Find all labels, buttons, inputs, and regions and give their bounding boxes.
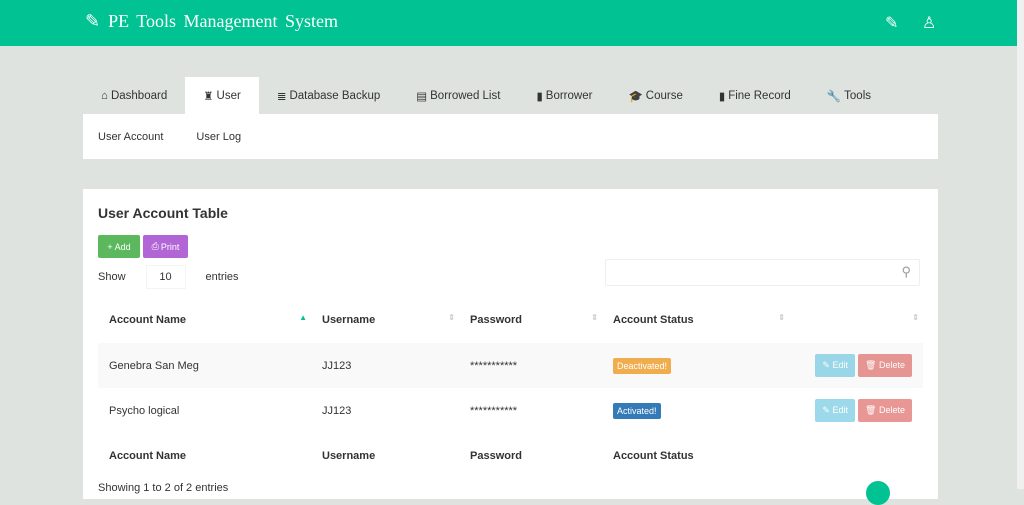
main-tabs: ⌂ Dashboard ♜ User ≣ Database Backup ▤ Borrowed… [83,77,938,114]
tab-database-backup[interactable]: ≣ Database Backup [259,77,398,114]
password-cell: *********** [459,343,602,388]
header-label: Account Name [109,314,187,326]
edit-button[interactable]: ✎ Edit [815,399,855,422]
table-info: Showing 1 to 2 of 2 entries [98,482,229,494]
add-label: Add [114,241,131,252]
tab-label: User [216,89,241,102]
tab-course[interactable]: 🎓 Course [610,77,700,114]
subnav-user-account[interactable]: User Account [98,131,163,143]
delete-label: Delete [878,405,905,415]
footer-header: Username [322,450,376,462]
app-title: PE Tools Management System [108,11,338,31]
sort-asc-icon: ▲ [299,313,307,322]
edit-button[interactable]: ✎ Edit [815,354,855,377]
column-header[interactable]: Account Name ▲ [98,297,311,343]
book-icon: ▮ [536,90,543,103]
search-input[interactable]: ⚲ [605,259,920,286]
column-header[interactable]: Account Status ⇕ [602,297,789,343]
header-label: Username [322,314,376,326]
entries-label: entries [205,271,239,283]
password-cell: *********** [470,404,518,417]
status-cell: Activated! [602,388,789,433]
tab-borrower[interactable]: ▮ Borrower [518,77,610,114]
edit-label: Edit [832,405,848,415]
database-icon: ≣ [276,90,287,103]
tab-tools[interactable]: 🔧 Tools [809,77,889,114]
username-cell: JJ123 [311,343,459,388]
user-lock-icon: ♜ [203,90,214,103]
sort-icon: ⇕ [912,313,919,322]
show-label: Show [98,271,126,283]
wrench-icon: 🔧 [826,90,842,103]
tab-dashboard[interactable]: ⌂ Dashboard [83,77,185,114]
footer-header: Password [470,450,522,462]
book-icon: ▮ [718,90,726,103]
entries-select[interactable]: 10 [145,265,186,289]
tab-label: Borrowed List [430,89,501,102]
sort-icon: ⇕ [591,313,598,322]
graduation-cap-icon: 🎓 [628,90,643,103]
delete-button[interactable]: 🗑 Delete [858,354,912,377]
user-account-card: User Account Table + Add ⎙ Print Show 10 e… [83,189,938,505]
app-header: ✎ PE Tools Management System ✎ ♙ [0,0,1017,46]
subnav-user-log[interactable]: User Log [196,131,241,143]
column-header[interactable]: ⇕ [789,297,923,343]
edit-icon[interactable]: ✎ [885,13,898,33]
actions-cell: ✎ Edit 🗑 Delete [789,388,923,433]
print-icon: ⎙ [151,241,159,251]
user-icon[interactable]: ♙ [922,13,936,33]
table-row: Psycho logical JJ123 *********** Activat… [98,388,923,433]
column-header[interactable]: Username ⇕ [311,297,459,343]
tab-fine-record[interactable]: ▮ Fine Record [701,77,809,114]
status-badge: Deactivated! [613,357,672,374]
footer-header: Account Status [613,450,694,462]
delete-button[interactable]: 🗑 Delete [858,399,912,422]
search-icon: ⚲ [901,264,911,279]
tab-label: Database Backup [289,89,381,102]
actions-cell: ✎ Edit 🗑 Delete [789,343,923,388]
tab-user[interactable]: ♜ User [185,77,259,114]
account-name-cell: Psycho logical [109,404,180,417]
column-header[interactable]: Password ⇕ [459,297,602,343]
scroll-top-button[interactable] [866,481,890,505]
print-button[interactable]: ⎙ Print [143,235,188,258]
plus-icon: + [107,241,113,252]
brand[interactable]: ✎ PE Tools Management System [85,11,338,32]
sort-icon: ⇕ [778,313,785,322]
sort-icon: ⇕ [448,313,455,322]
tab-label: Tools [844,89,872,102]
edit-label: Edit [832,360,848,370]
status-cell: Deactivated! [602,343,789,388]
tab-label: Fine Record [728,89,791,102]
header-label: Account Status [613,314,694,326]
username-cell: JJ123 [322,404,352,417]
account-name-cell: Genebra San Meg [98,343,311,388]
tab-borrowed-list[interactable]: ▤ Borrowed List [398,77,518,114]
tab-label: Dashboard [110,89,168,102]
footer-header [789,433,923,479]
footer-header: Account Name [109,450,187,462]
header-label: Password [470,314,522,326]
tab-label: Borrower [545,89,593,102]
scrollbar[interactable] [1017,0,1024,489]
entries-length: Show 10 entries [98,265,239,289]
user-account-table: Account Name ▲ Username ⇕ Password ⇕ Accoun… [98,297,923,479]
table-row: Genebra San Meg JJ123 *********** Deacti… [98,343,923,388]
status-badge: Activated! [613,402,661,419]
print-label: Print [160,241,180,252]
edit-icon: ✎ [85,11,101,31]
add-button[interactable]: + Add [98,235,140,258]
subnav: User Account User Log [83,114,938,159]
card-title: User Account Table [98,205,228,221]
home-icon: ⌂ [101,89,108,102]
delete-label: Delete [878,360,905,370]
list-icon: ▤ [416,90,428,103]
tab-label: Course [645,89,683,102]
